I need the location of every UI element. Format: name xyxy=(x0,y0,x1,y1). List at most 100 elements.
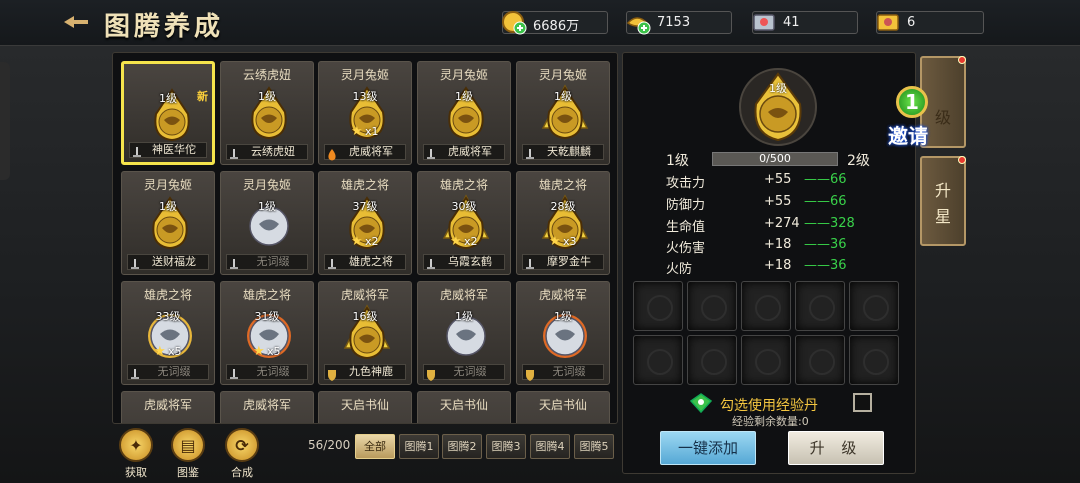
totem-level: 30级 xyxy=(451,200,477,213)
totem-card[interactable]: 虎威将军 xyxy=(220,391,314,423)
material-slot[interactable] xyxy=(633,335,683,385)
material-slot[interactable] xyxy=(849,335,899,385)
resource-gold-coin: 6686万 xyxy=(502,11,608,35)
material-slot[interactable] xyxy=(687,335,737,385)
totem-affix-bar: 神医华佗 xyxy=(129,142,207,158)
totem-card[interactable]: 灵月兔姬 1级 送财福龙 xyxy=(121,171,215,275)
totem-card-title: 灵月兔姬 xyxy=(242,178,291,192)
gold-ingot-icon xyxy=(626,17,651,35)
totem-card[interactable]: 雄虎之将 31级 ★ x5 无词缀 xyxy=(220,281,314,385)
totem-affix-bar: 虎威将军 xyxy=(324,144,406,161)
xp-pill-icon xyxy=(690,393,712,413)
catalog-button[interactable]: ▤ 图鉴 xyxy=(168,428,208,480)
material-slot[interactable] xyxy=(687,281,737,331)
totem-card[interactable]: 虎威将军 16级 九色神鹿 xyxy=(318,281,412,385)
totem-card[interactable]: 虎威将军 1级 无词缀 xyxy=(516,281,610,385)
stat-next-number: 66 xyxy=(830,172,847,187)
sword-icon xyxy=(229,256,239,269)
totem-card[interactable]: 雄虎之将 30级 ★ x2 乌霞玄鹤 xyxy=(417,171,511,275)
top-bar: 图腾养成 6686万 7153 41 6 xyxy=(0,0,1080,46)
compose-button[interactable]: ⟳ 合成 xyxy=(222,428,262,480)
totem-affix-text: 神医华佗 xyxy=(152,143,196,156)
sword-icon xyxy=(229,366,239,379)
add-all-button[interactable]: 一键添加 xyxy=(660,431,756,465)
totem-card-title: 雄虎之将 xyxy=(538,178,587,192)
totem-card[interactable]: 天启书仙 xyxy=(318,391,412,423)
totem-card[interactable]: 灵月兔姬 1级无词缀 xyxy=(220,171,314,275)
tab-totem-2[interactable]: 图腾2 xyxy=(442,434,482,459)
use-xp-label: 勾选使用经验丹 xyxy=(720,398,818,414)
totem-affix-text: 虎威将军 xyxy=(448,145,492,158)
totem-card-title: 灵月兔姬 xyxy=(439,68,488,82)
totem-card[interactable]: 虎威将军 xyxy=(121,391,215,423)
material-slot[interactable] xyxy=(849,281,899,331)
totem-card[interactable]: 灵月兔姬 1级 天乾麒麟 xyxy=(516,61,610,165)
new-badge: 新 xyxy=(197,90,208,103)
stat-value: +55 xyxy=(764,194,792,209)
totem-card[interactable]: 云绣虎妞 1级 云绣虎妞 xyxy=(220,61,314,165)
stat-next-value: ——66 xyxy=(804,172,847,187)
material-slot[interactable] xyxy=(795,281,845,331)
totem-card-title: 雄虎之将 xyxy=(242,288,291,302)
totem-affix-bar: 雄虎之将 xyxy=(324,254,406,270)
totem-level: 1级 xyxy=(554,90,572,103)
gold-ticket-icon xyxy=(877,14,899,31)
stat-label: 防御力 xyxy=(666,198,706,213)
totem-card-title: 灵月兔姬 xyxy=(538,68,587,82)
use-xp-checkbox[interactable] xyxy=(853,393,872,412)
material-slot[interactable] xyxy=(741,335,791,385)
totem-card[interactable]: 天启书仙 xyxy=(516,391,610,423)
gain-label: 获取 xyxy=(125,466,147,479)
gold-coin-icon xyxy=(502,11,527,35)
totem-card-title: 虎威将军 xyxy=(439,288,488,302)
resource-value: 6686万 xyxy=(533,19,580,34)
material-slot[interactable] xyxy=(795,335,845,385)
totem-card[interactable]: 雄虎之将 33级 ★ x5 无词缀 xyxy=(121,281,215,385)
tab-totem-5[interactable]: 图腾5 xyxy=(574,434,614,459)
gain-icon: ✦ xyxy=(119,428,153,462)
totem-level: 1级 xyxy=(258,200,276,213)
totem-affix-text: 无词缀 xyxy=(256,255,290,268)
totem-card[interactable]: 灵月兔姬 13级 ★ x1 虎威将军 xyxy=(318,61,412,165)
totem-card-title: 虎威将军 xyxy=(340,288,389,302)
tab-totem-3[interactable]: 图腾3 xyxy=(486,434,526,459)
sword-icon xyxy=(132,144,142,157)
left-edge-handle[interactable] xyxy=(0,62,10,180)
totem-affix-bar: 无词缀 xyxy=(127,364,209,380)
totem-card-title: 虎威将军 xyxy=(538,288,587,302)
stat-label: 生命值 xyxy=(666,220,706,235)
stat-value: +274 xyxy=(764,216,800,231)
notification-dot xyxy=(958,156,966,164)
totem-card[interactable]: 雄虎之将 37级 ★ x2 雄虎之将 xyxy=(318,171,412,275)
page-title: 图腾养成 xyxy=(104,12,225,42)
totem-card[interactable]: 1级新神医华佗 xyxy=(121,61,215,165)
totem-card-title: 雄虎之将 xyxy=(340,178,389,192)
stat-next-number: 66 xyxy=(830,194,847,209)
sword-icon xyxy=(130,256,140,269)
totem-affix-text: 送财福龙 xyxy=(152,255,196,268)
upgrade-button[interactable]: 升 级 xyxy=(788,431,884,465)
totem-grid[interactable]: 1级新神医华佗 云绣虎妞 1级 云绣虎妞 灵月兔姬 13级 ★ x1 虎威将军 灵月兔姬 1级 虎威将… xyxy=(112,52,618,424)
tab-totem-1[interactable]: 图腾1 xyxy=(399,434,439,459)
invite-button[interactable]: 1 邀请 xyxy=(884,76,948,148)
totem-card[interactable]: 虎威将军 1级 无词缀 xyxy=(417,281,511,385)
star-count: x2 xyxy=(464,235,478,248)
tab-all[interactable]: 全部 xyxy=(355,434,395,459)
totem-card[interactable]: 灵月兔姬 1级 虎威将军 xyxy=(417,61,511,165)
gain-button[interactable]: ✦ 获取 xyxy=(116,428,156,480)
star-count: x2 xyxy=(365,235,379,248)
star-count: x1 xyxy=(365,125,379,138)
totem-affix-text: 云绣虎妞 xyxy=(251,145,295,158)
star-icon: ★ xyxy=(450,234,462,249)
totem-affix-bar: 送财福龙 xyxy=(127,254,209,270)
material-slot[interactable] xyxy=(741,281,791,331)
tab-totem-4[interactable]: 图腾4 xyxy=(530,434,570,459)
back-arrow-icon[interactable] xyxy=(62,12,90,32)
side-tab-star-up[interactable]: 升星 xyxy=(920,156,966,246)
totem-card[interactable]: 天启书仙 xyxy=(417,391,511,423)
stat-value: +55 xyxy=(764,172,792,187)
stat-next-number: 328 xyxy=(830,216,855,231)
totem-card[interactable]: 雄虎之将 28级 ★ x3 摩罗金牛 xyxy=(516,171,610,275)
stat-next-value: ——328 xyxy=(804,216,855,231)
material-slot[interactable] xyxy=(633,281,683,331)
